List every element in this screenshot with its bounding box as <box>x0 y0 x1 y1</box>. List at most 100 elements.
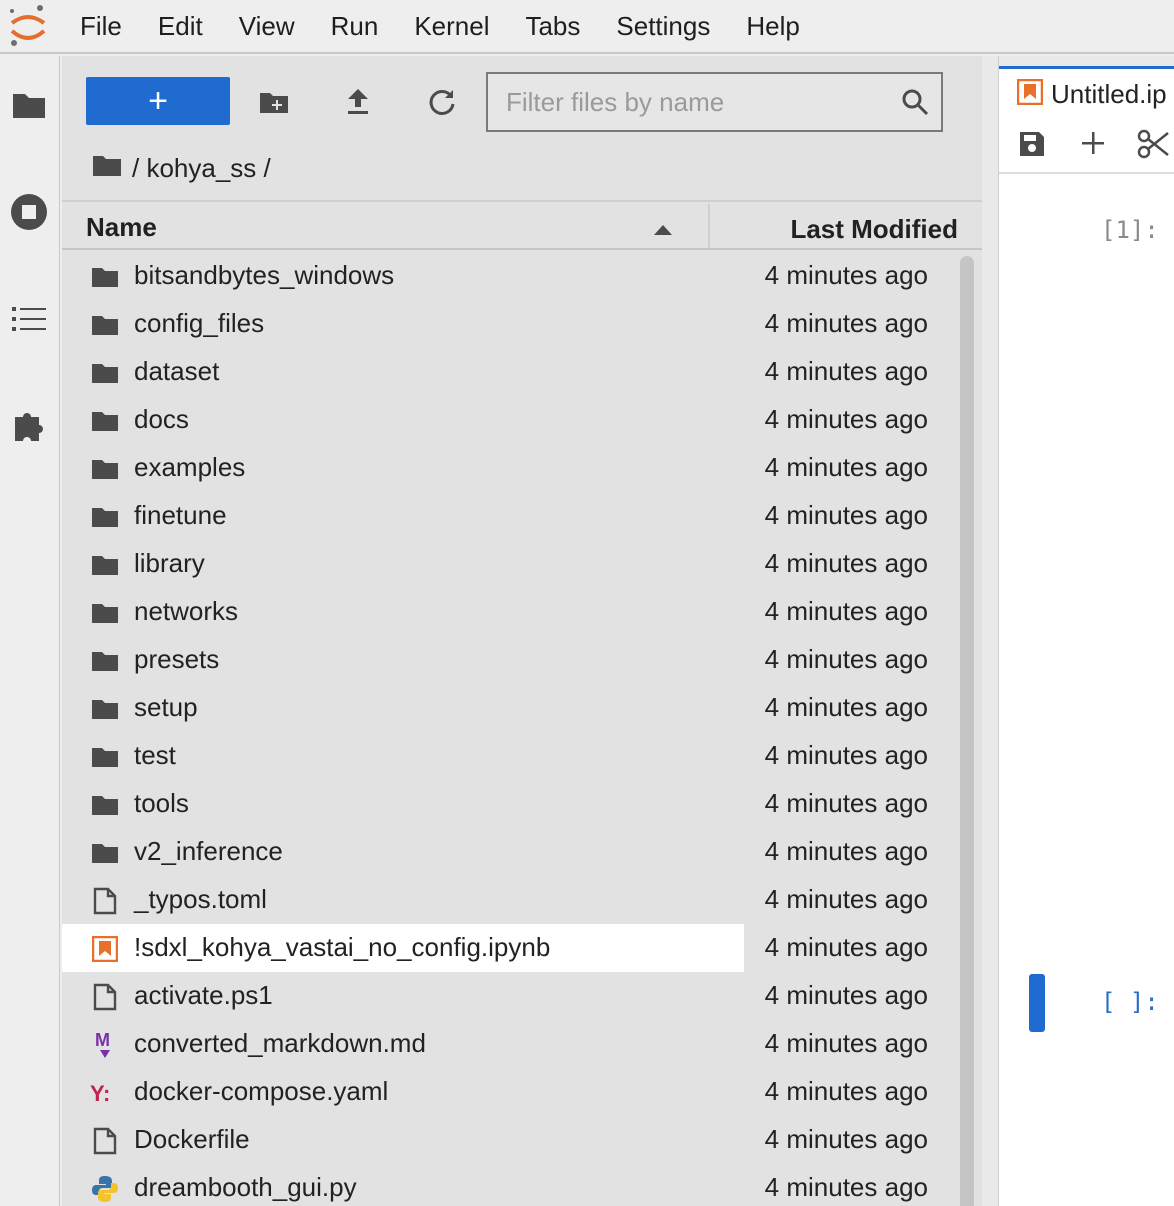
file-row[interactable]: finetune 4 minutes ago <box>62 492 952 540</box>
file-name-cell: Y: docker-compose.yaml <box>62 1068 744 1116</box>
new-launcher-button[interactable]: + <box>86 77 230 125</box>
file-modified: 4 minutes ago <box>764 260 928 290</box>
file-name: v2_inference <box>134 836 283 866</box>
file-name-cell: bitsandbytes_windows <box>62 252 744 300</box>
folder-icon <box>90 358 120 388</box>
breadcrumb-path[interactable]: / kohya_ss / <box>132 153 271 184</box>
activity-bar <box>0 56 60 1206</box>
file-row[interactable]: tools 4 minutes ago <box>62 780 952 828</box>
column-modified-header[interactable]: Last Modified <box>790 214 958 245</box>
upload-icon[interactable] <box>338 82 378 122</box>
file-name-cell: library <box>62 540 744 588</box>
folder-icon[interactable] <box>8 84 50 126</box>
file-icon <box>90 982 120 1012</box>
jupyter-logo-icon <box>0 0 60 53</box>
filter-files-box <box>486 72 943 132</box>
add-cell-icon[interactable] <box>1081 131 1105 160</box>
notebook-tab-bar: Untitled.ip <box>999 56 1174 114</box>
folder-icon <box>90 598 120 628</box>
filter-files-input[interactable] <box>506 86 886 118</box>
menu-settings[interactable]: Settings <box>598 11 728 42</box>
file-row[interactable]: !sdxl_kohya_vastai_no_config.ipynb 4 minu… <box>62 924 952 972</box>
new-folder-icon[interactable] <box>254 82 294 122</box>
panel-splitter[interactable] <box>982 56 998 1206</box>
menu-run[interactable]: Run <box>313 11 397 42</box>
folder-icon <box>90 694 120 724</box>
file-modified: 4 minutes ago <box>764 980 928 1010</box>
svg-text:Y:: Y: <box>90 1081 110 1106</box>
notebook-tab[interactable]: Untitled.ip <box>999 66 1174 114</box>
file-row[interactable]: bitsandbytes_windows 4 minutes ago <box>62 252 952 300</box>
home-folder-icon[interactable] <box>92 153 122 184</box>
file-row[interactable]: _typos.toml 4 minutes ago <box>62 876 952 924</box>
menu-edit[interactable]: Edit <box>140 11 221 42</box>
menu-view[interactable]: View <box>221 11 313 42</box>
file-name: tools <box>134 788 189 818</box>
file-modified: 4 minutes ago <box>764 692 928 722</box>
cut-icon[interactable] <box>1137 129 1169 164</box>
file-row[interactable]: networks 4 minutes ago <box>62 588 952 636</box>
file-name: dreambooth_gui.py <box>134 1172 357 1202</box>
file-name-cell: networks <box>62 588 744 636</box>
file-name-cell: !sdxl_kohya_vastai_no_config.ipynb <box>62 924 744 972</box>
file-name: Dockerfile <box>134 1124 250 1154</box>
folder-icon <box>90 550 120 580</box>
save-icon[interactable] <box>1019 131 1045 162</box>
notebook-icon <box>90 934 120 964</box>
svg-text:M: M <box>95 1030 110 1050</box>
file-row[interactable]: Y: docker-compose.yaml 4 minutes ago <box>62 1068 952 1116</box>
file-row[interactable]: library 4 minutes ago <box>62 540 952 588</box>
notebook-toolbar <box>999 116 1174 174</box>
toc-icon[interactable] <box>8 298 50 340</box>
file-name-cell: dataset <box>62 348 744 396</box>
sort-ascending-icon <box>654 222 672 240</box>
file-modified: 4 minutes ago <box>764 308 928 338</box>
file-modified: 4 minutes ago <box>764 788 928 818</box>
file-row[interactable]: config_files 4 minutes ago <box>62 300 952 348</box>
extension-icon[interactable] <box>8 404 50 446</box>
file-name-cell: presets <box>62 636 744 684</box>
menu-tabs[interactable]: Tabs <box>507 11 598 42</box>
file-name: dataset <box>134 356 220 386</box>
column-name-header[interactable]: Name <box>86 212 157 243</box>
file-name-cell: setup <box>62 684 744 732</box>
file-row[interactable]: examples 4 minutes ago <box>62 444 952 492</box>
file-row[interactable]: v2_inference 4 minutes ago <box>62 828 952 876</box>
menu-help[interactable]: Help <box>728 11 817 42</box>
file-modified: 4 minutes ago <box>764 404 928 434</box>
cell-prompt-empty: [ ]: <box>1101 988 1159 1016</box>
file-row[interactable]: test 4 minutes ago <box>62 732 952 780</box>
notebook-panel: Untitled.ip [1]: [ ]: <box>998 56 1174 1206</box>
menu-file[interactable]: File <box>60 11 140 42</box>
file-row[interactable]: setup 4 minutes ago <box>62 684 952 732</box>
active-cell-marker[interactable] <box>1029 974 1045 1032</box>
file-row[interactable]: docs 4 minutes ago <box>62 396 952 444</box>
running-icon[interactable] <box>8 191 50 233</box>
file-name: !sdxl_kohya_vastai_no_config.ipynb <box>134 932 551 962</box>
file-name-cell: Mconverted_markdown.md <box>62 1020 744 1068</box>
file-browser-toolbar: + <box>62 56 982 146</box>
file-name-cell: finetune <box>62 492 744 540</box>
file-name-cell: _typos.toml <box>62 876 744 924</box>
file-name: library <box>134 548 205 578</box>
file-name-cell: examples <box>62 444 744 492</box>
file-row[interactable]: presets 4 minutes ago <box>62 636 952 684</box>
folder-icon <box>90 790 120 820</box>
file-row[interactable]: activate.ps1 4 minutes ago <box>62 972 952 1020</box>
scrollbar-thumb[interactable] <box>960 256 974 1206</box>
file-name: bitsandbytes_windows <box>134 260 395 290</box>
file-name-cell: config_files <box>62 300 744 348</box>
file-modified: 4 minutes ago <box>764 644 928 674</box>
file-modified: 4 minutes ago <box>764 500 928 530</box>
file-row[interactable]: Mconverted_markdown.md 4 minutes ago <box>62 1020 952 1068</box>
menu-kernel[interactable]: Kernel <box>396 11 507 42</box>
folder-icon <box>90 838 120 868</box>
file-modified: 4 minutes ago <box>764 1124 928 1154</box>
file-name-cell: tools <box>62 780 744 828</box>
column-resize-handle[interactable] <box>708 204 710 248</box>
refresh-icon[interactable] <box>422 82 462 122</box>
file-row[interactable]: dataset 4 minutes ago <box>62 348 952 396</box>
file-row[interactable]: Dockerfile 4 minutes ago <box>62 1116 952 1164</box>
file-row[interactable]: dreambooth_gui.py 4 minutes ago <box>62 1164 952 1206</box>
file-name-cell: activate.ps1 <box>62 972 744 1020</box>
